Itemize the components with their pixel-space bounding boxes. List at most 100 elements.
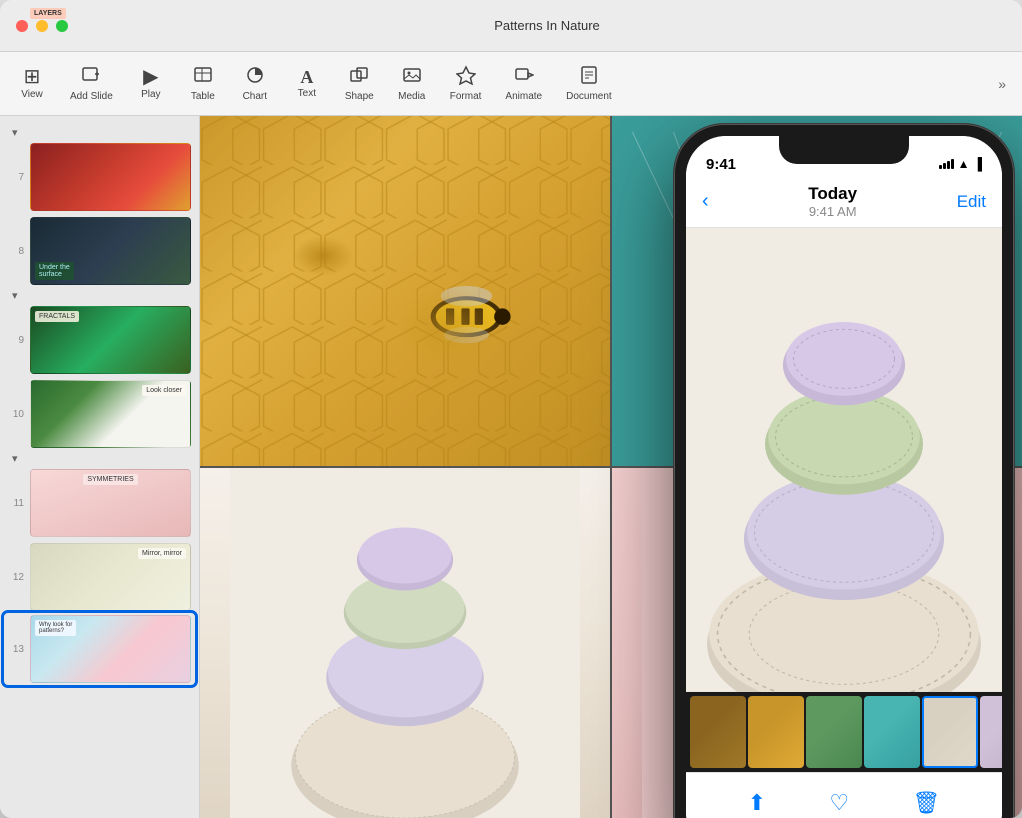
canvas-quadrant-honeycomb — [200, 116, 610, 466]
iphone-photo-main — [686, 228, 1002, 692]
app-window: Patterns In Nature ⊞ View Add Slide ▶ Pl… — [0, 0, 1022, 818]
battery-icon: ▐ — [973, 157, 982, 171]
slide-number-10: 10 — [8, 409, 24, 420]
view-icon: ⊞ — [24, 67, 41, 87]
chart-label: Chart — [243, 91, 267, 102]
table-icon — [193, 65, 213, 89]
signal-bar-1 — [939, 165, 942, 169]
table-label: Table — [191, 91, 215, 102]
slide-number-8: 8 — [8, 246, 24, 257]
main-content: ▾ 7 LAYERS 8 Under thesurface — [0, 116, 1022, 818]
chevron-down-icon-9: ▾ — [12, 289, 18, 302]
iphone-frame: 9:41 ▲ ▐ — [674, 124, 1014, 818]
thumbnail-5-selected[interactable] — [922, 696, 978, 768]
share-button[interactable]: ⬆ — [748, 790, 766, 816]
slide-item-12[interactable]: 12 Mirror, mirror — [4, 541, 195, 613]
slide-item-7[interactable]: 7 LAYERS — [4, 141, 195, 213]
add-slide-icon — [81, 65, 101, 89]
thumbnail-4[interactable] — [864, 696, 920, 768]
slide-item-9[interactable]: 9 FRACTALS — [4, 304, 195, 376]
shape-icon — [349, 65, 369, 89]
media-icon — [402, 65, 422, 89]
back-button[interactable]: ‹ — [702, 190, 709, 213]
thumbnail-6[interactable] — [980, 696, 1002, 768]
format-label: Format — [450, 91, 482, 102]
chart-button[interactable]: Chart — [231, 59, 279, 108]
media-label: Media — [398, 91, 425, 102]
view-button[interactable]: ⊞ View — [8, 61, 56, 106]
iphone-device: 9:41 ▲ ▐ — [674, 124, 1014, 810]
chevron-down-icon-11: ▾ — [12, 452, 18, 465]
slide-item-10[interactable]: 10 Look closer — [4, 378, 195, 450]
traffic-lights — [16, 20, 68, 32]
thumbnail-1[interactable] — [690, 696, 746, 768]
play-icon: ▶ — [143, 67, 158, 87]
slide-panel: ▾ 7 LAYERS 8 Under thesurface — [0, 116, 200, 818]
heart-button[interactable]: ♡ — [829, 790, 849, 816]
toolbar-more-button[interactable]: » — [990, 68, 1014, 100]
iphone-nav-center: Today 9:41 AM — [808, 184, 857, 219]
view-label: View — [21, 89, 43, 100]
slide-group-header-7: ▾ — [4, 124, 195, 141]
title-bar: Patterns In Nature — [0, 0, 1022, 52]
slide-number-9: 9 — [8, 335, 24, 346]
iphone-screen: 9:41 ▲ ▐ — [686, 136, 1002, 818]
thumbnail-2[interactable] — [748, 696, 804, 768]
format-button[interactable]: Format — [440, 59, 492, 108]
iphone-time: 9:41 — [706, 156, 736, 173]
toolbar: ⊞ View Add Slide ▶ Play — [0, 52, 1022, 116]
slide-item-11[interactable]: 11 SYMMETRIES — [4, 467, 195, 539]
back-chevron-icon: ‹ — [702, 190, 709, 213]
text-icon: A — [300, 68, 313, 86]
chevron-down-icon: ▾ — [12, 126, 18, 139]
format-icon — [456, 65, 476, 89]
document-button[interactable]: Document — [556, 59, 622, 108]
thumbnail-3[interactable] — [806, 696, 862, 768]
slide-thumbnail-10: Look closer — [30, 380, 191, 448]
text-label: Text — [298, 88, 316, 99]
slide-thumbnail-7: LAYERS — [30, 143, 191, 211]
slide-number-7: 7 — [8, 172, 24, 183]
slide-item-13[interactable]: 13 Why look forpatterns? — [4, 613, 195, 685]
add-slide-button[interactable]: Add Slide — [60, 59, 123, 108]
canvas-area: 9:41 ▲ ▐ — [200, 116, 1022, 818]
slide-group-header-9: ▾ — [4, 287, 195, 304]
play-label: Play — [141, 89, 160, 100]
signal-bar-4 — [951, 159, 954, 169]
close-button[interactable] — [16, 20, 28, 32]
slide-thumbnail-11: SYMMETRIES — [30, 469, 191, 537]
iphone-nav-title: Today — [808, 184, 857, 204]
canvas-quadrant-urchin-stack — [200, 468, 610, 818]
window-title: Patterns In Nature — [88, 18, 1006, 33]
animate-icon — [514, 65, 534, 89]
slide-thumbnail-8: Under thesurface — [30, 217, 191, 285]
slide-thumbnail-9: FRACTALS — [30, 306, 191, 374]
slide-item-8[interactable]: 8 Under thesurface — [4, 215, 195, 287]
iphone-edit-button[interactable]: Edit — [957, 192, 986, 212]
delete-button[interactable]: 🗑 — [912, 790, 940, 816]
animate-button[interactable]: Animate — [495, 59, 552, 108]
slide-group-9: ▾ 9 FRACTALS — [4, 287, 195, 376]
signal-bar-3 — [947, 161, 950, 169]
slide-group-header-11: ▾ — [4, 450, 195, 467]
slide-group-11: ▾ 11 SYMMETRIES — [4, 450, 195, 539]
slide-number-13: 13 — [8, 644, 24, 655]
iphone-notch — [779, 136, 909, 164]
shape-button[interactable]: Shape — [335, 59, 384, 108]
media-button[interactable]: Media — [388, 59, 436, 108]
wifi-icon: ▲ — [958, 157, 970, 171]
table-button[interactable]: Table — [179, 59, 227, 108]
document-icon — [579, 65, 599, 89]
slide-number-12: 12 — [8, 572, 24, 583]
fullscreen-button[interactable] — [56, 20, 68, 32]
shape-label: Shape — [345, 91, 374, 102]
slide-thumbnail-12: Mirror, mirror — [30, 543, 191, 611]
iphone-thumbnails — [686, 692, 1002, 772]
play-button[interactable]: ▶ Play — [127, 61, 175, 106]
text-button[interactable]: A Text — [283, 62, 331, 105]
iphone-bottom-toolbar: ⬆ ♡ 🗑 — [686, 772, 1002, 818]
document-label: Document — [566, 91, 612, 102]
minimize-button[interactable] — [36, 20, 48, 32]
iphone-nav-subtitle: 9:41 AM — [808, 204, 857, 219]
slide-group-7: ▾ 7 LAYERS — [4, 124, 195, 213]
